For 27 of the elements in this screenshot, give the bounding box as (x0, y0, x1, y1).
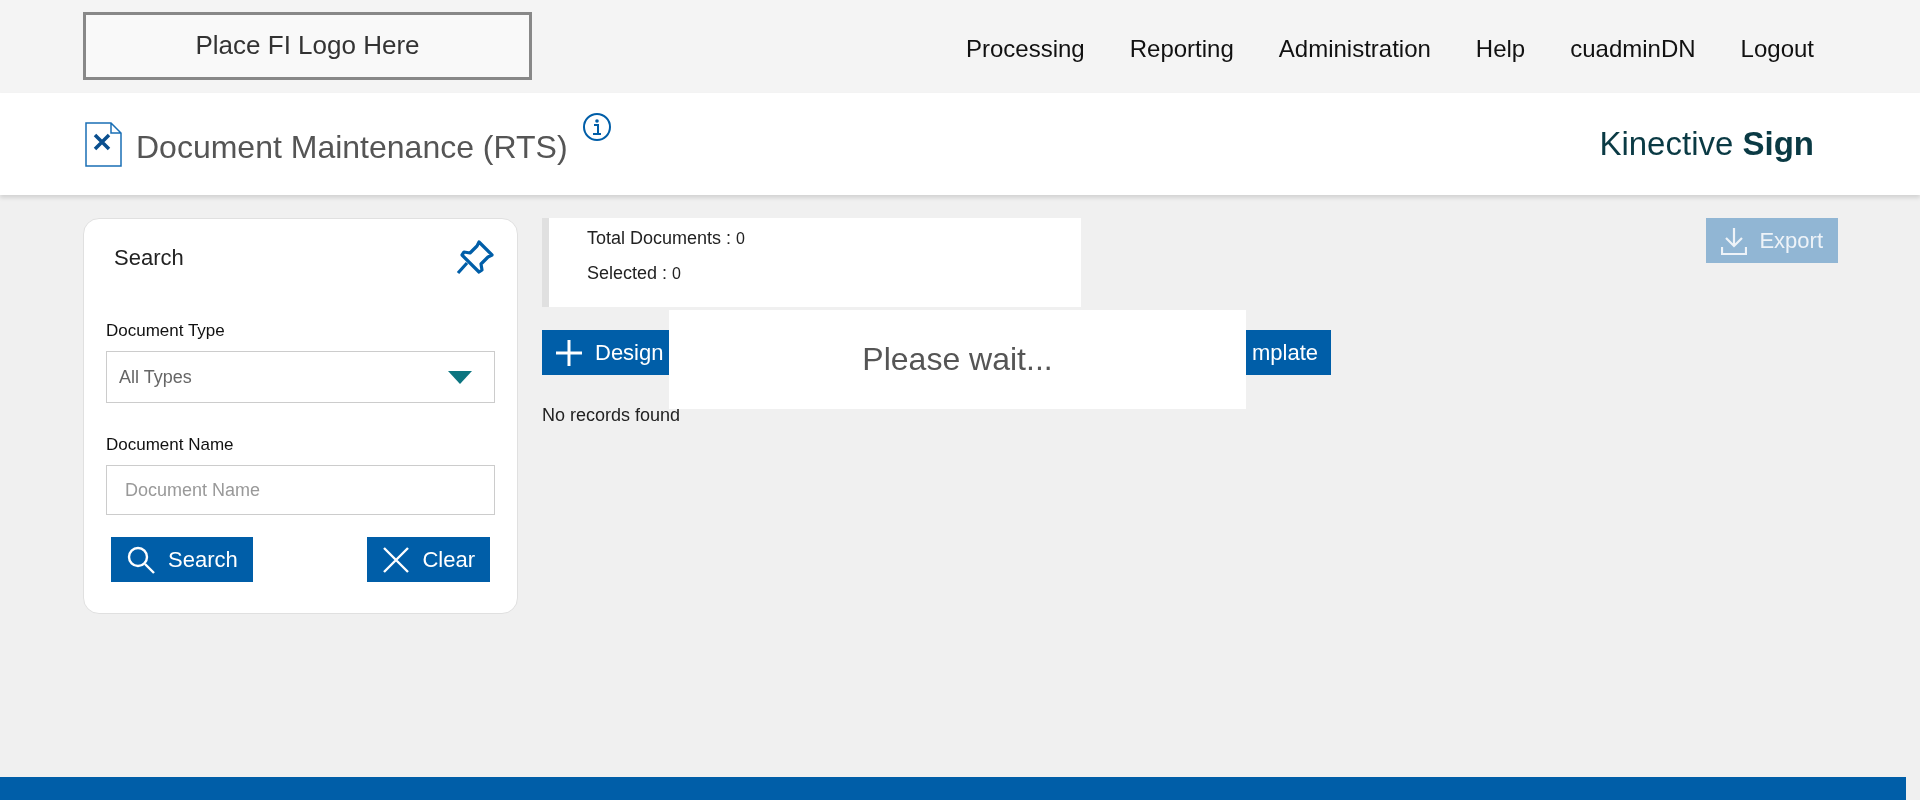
document-tools-icon (85, 121, 122, 167)
logo-text: Place FI Logo Here (195, 30, 420, 61)
pin-icon[interactable] (455, 239, 495, 277)
nav-link[interactable]: Logout (1740, 34, 1814, 63)
field-label: Document Name (106, 435, 235, 455)
clear-button[interactable]: Clear (367, 537, 490, 582)
loading-overlay: Please wait... (669, 310, 1246, 409)
nav-link[interactable]: Reporting (1129, 34, 1234, 63)
info-icon[interactable] (581, 111, 612, 142)
page-title: Document Maintenance (RTS) (136, 127, 568, 166)
summary-text: Total Documents : 0 (587, 228, 746, 249)
close-icon (382, 545, 411, 574)
search-icon (126, 544, 156, 575)
document-type-select[interactable]: All Types (106, 351, 495, 403)
nav-link[interactable]: Administration (1278, 34, 1431, 63)
nav-link[interactable]: Processing (966, 34, 1085, 63)
plus-icon (555, 338, 583, 367)
nav-link[interactable]: Help (1475, 34, 1526, 63)
dropdown-caret-icon (448, 370, 472, 384)
panel-title: Search (114, 245, 184, 271)
document-name-field[interactable]: Document Name (106, 465, 495, 515)
summary-text: Selected : 0 (587, 263, 682, 284)
nav-link[interactable]: cuadminDN (1570, 34, 1696, 63)
search-button[interactable]: Search (111, 537, 253, 582)
brand-name: Kinective Sign (1599, 125, 1814, 163)
field-label: Document Type (106, 321, 226, 341)
download-icon (1721, 226, 1748, 255)
